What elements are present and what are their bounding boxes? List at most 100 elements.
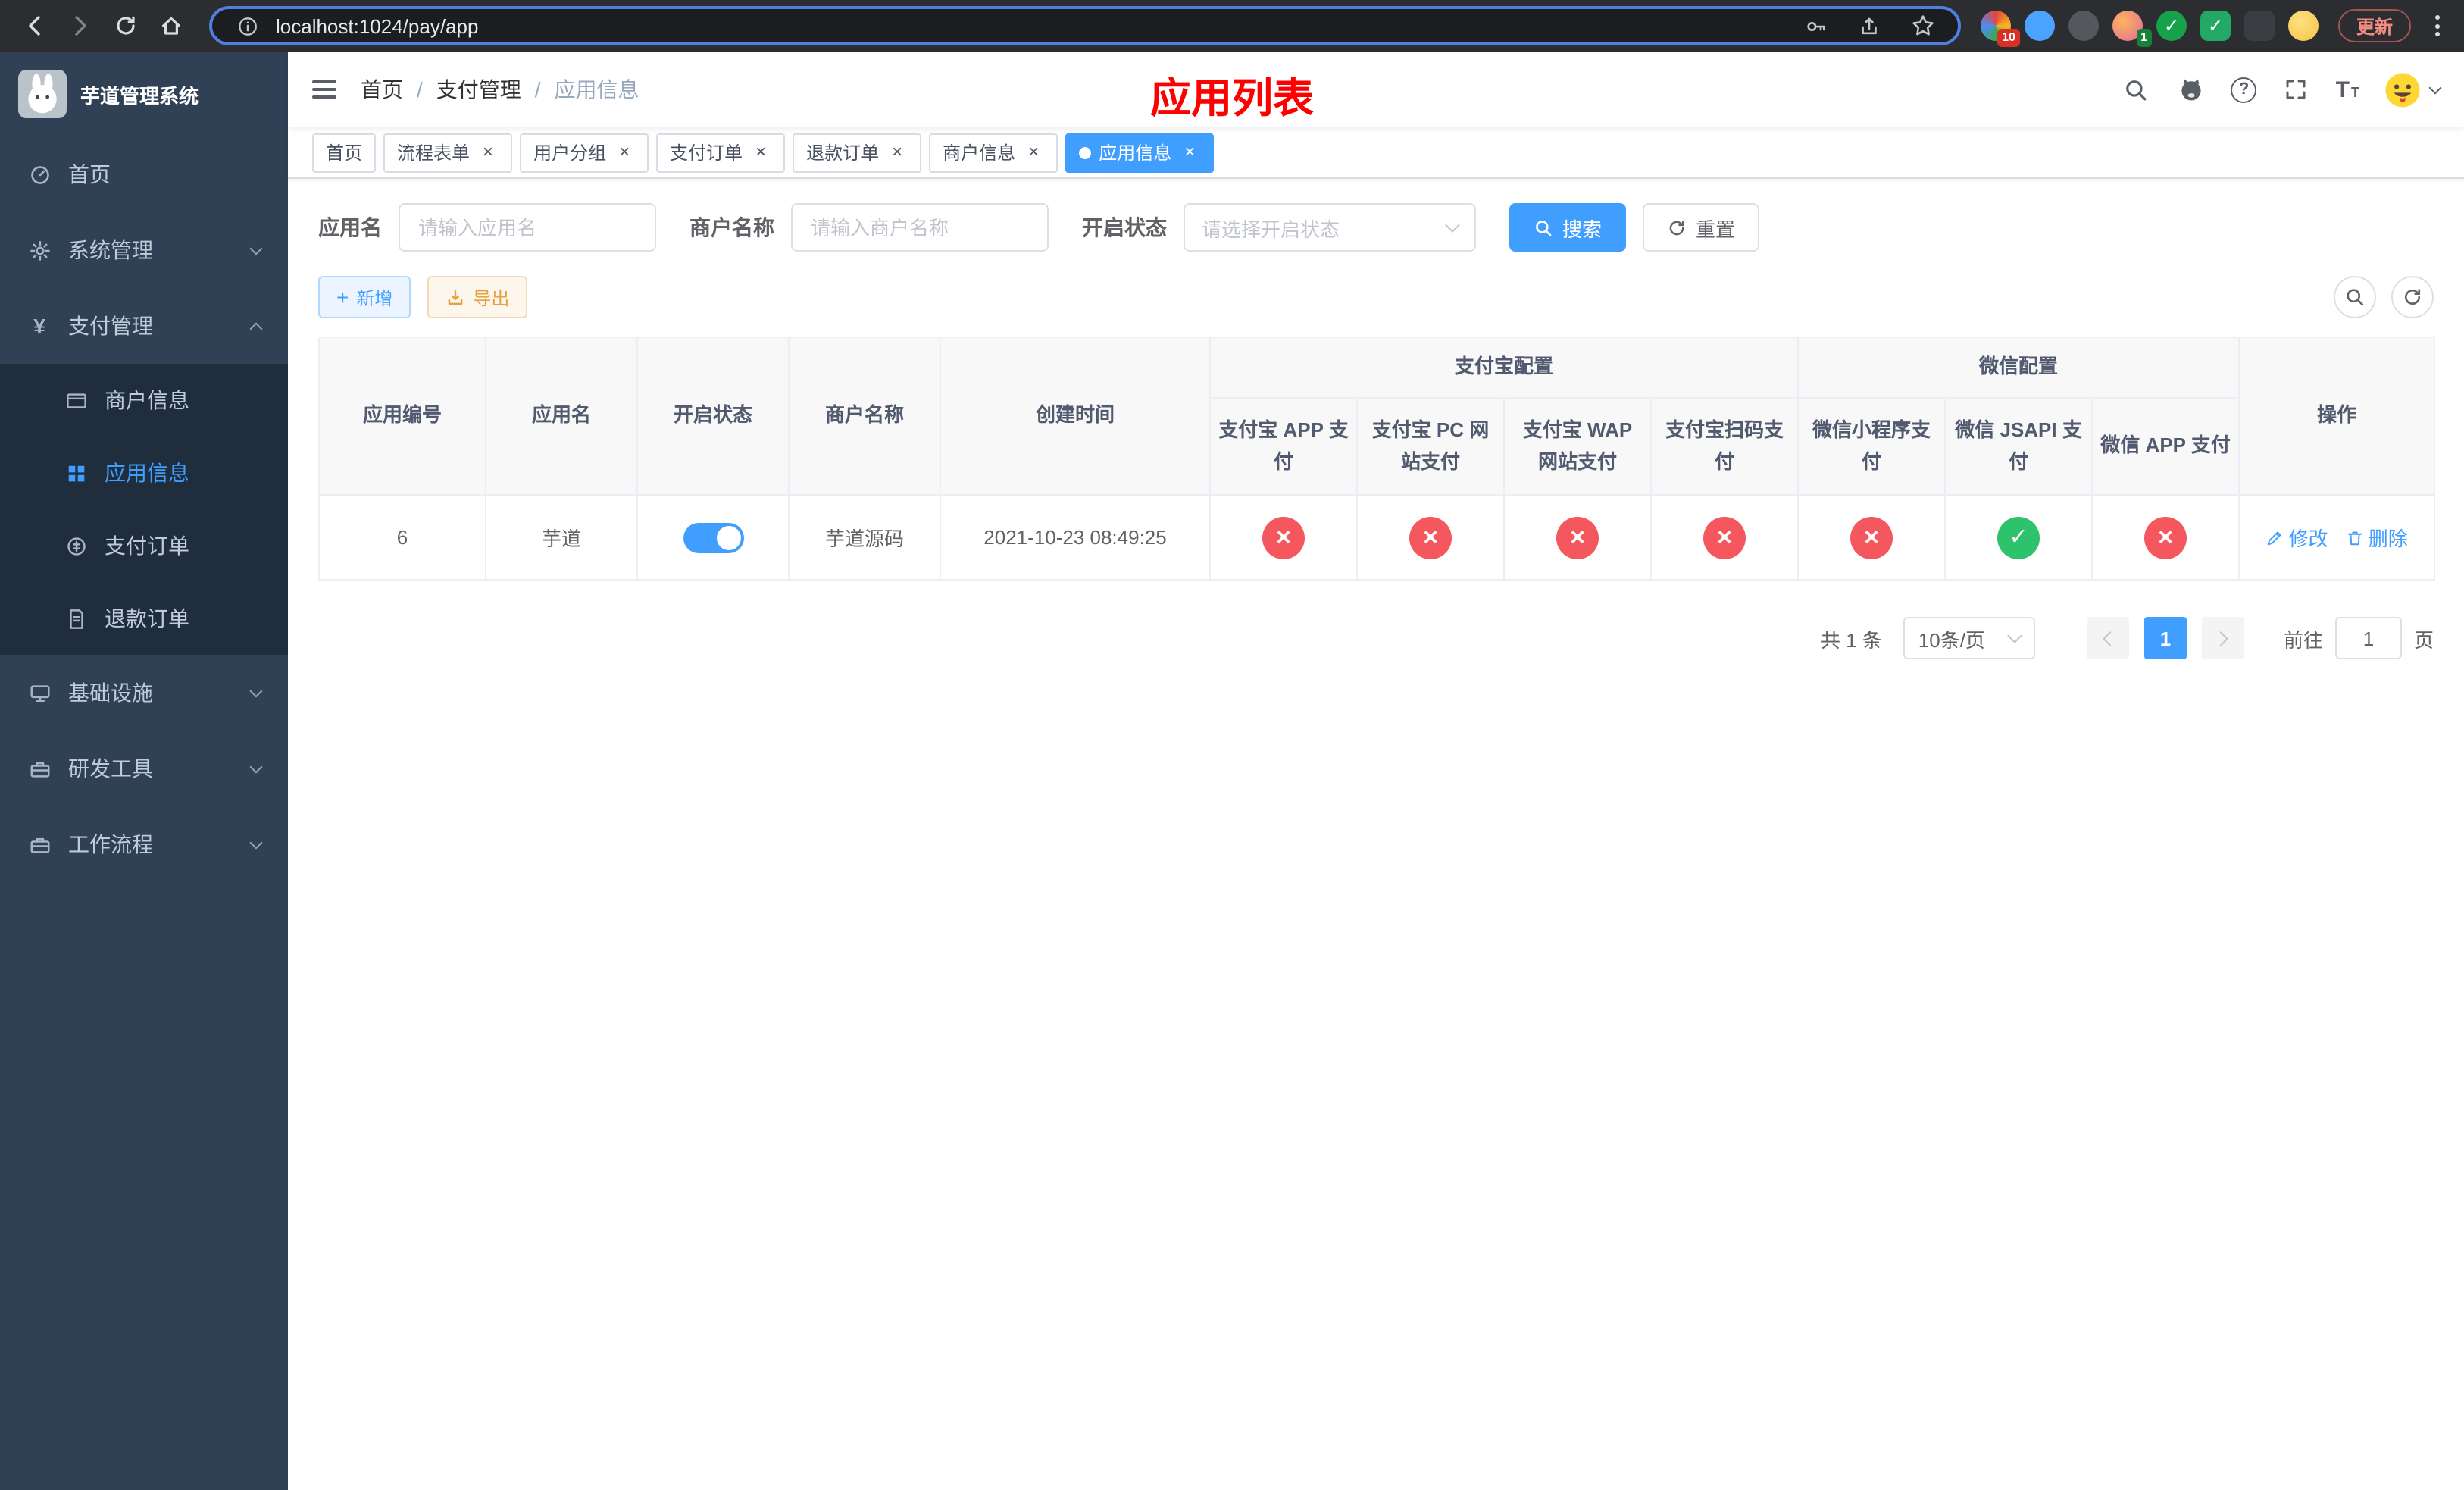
extension-icon-6[interactable]: [2200, 11, 2231, 41]
sidebar-item-payment[interactable]: ¥ 支付管理: [0, 288, 288, 364]
tab-pay-order[interactable]: 支付订单: [656, 133, 786, 172]
sidebar-item-home[interactable]: 首页: [0, 136, 288, 212]
cell-create-time: 2021-10-23 08:49:25: [940, 494, 1211, 581]
extension-icon-8[interactable]: [2287, 11, 2319, 41]
tab-user-group[interactable]: 用户分组: [520, 133, 649, 172]
forward-icon[interactable]: [61, 7, 98, 45]
extension-icon-5[interactable]: [2156, 11, 2187, 41]
delete-button[interactable]: 删除: [2346, 523, 2408, 552]
user-avatar[interactable]: [2382, 69, 2442, 110]
search-button-label: 搜索: [1562, 218, 1603, 240]
password-key-icon[interactable]: [1800, 9, 1834, 42]
total-count: 共 1 条: [1820, 628, 1882, 651]
refresh-table-button[interactable]: [2391, 276, 2434, 318]
sidebar-item-system[interactable]: 系统管理: [0, 212, 288, 288]
merchant-name-input[interactable]: [791, 203, 1049, 252]
extension-icon-4[interactable]: 1: [2112, 11, 2152, 47]
bookmark-star-icon[interactable]: [1906, 9, 1940, 42]
home-icon[interactable]: [152, 7, 189, 45]
browser-update-button[interactable]: 更新: [2337, 9, 2411, 42]
export-button-label: 导出: [473, 287, 510, 308]
plus-icon: [336, 286, 349, 308]
sidebar-item-merchant-info[interactable]: 商户信息: [0, 364, 288, 437]
page-size-value: 10条/页: [1918, 628, 1985, 651]
goto-label: 前往: [2283, 628, 2323, 651]
tab-process-form[interactable]: 流程表单: [383, 133, 513, 172]
fullscreen-icon[interactable]: [2280, 73, 2313, 106]
site-info-icon[interactable]: [230, 9, 264, 42]
sidebar-item-refund-order[interactable]: 退款订单: [0, 582, 288, 655]
status-select[interactable]: 请选择开启状态: [1184, 203, 1476, 252]
main-area: 首页 / 支付管理 / 应用信息 ? T T 首页 流程表单 × 用户分组 × …: [288, 52, 2464, 1490]
page-content: 应用名 商户名称 开启状态 请选择开启状态 搜索 重置: [288, 179, 2464, 1490]
sidebar-item-infrastructure[interactable]: 基础设施: [0, 655, 288, 731]
breadcrumb-payment[interactable]: 支付管理: [436, 74, 521, 105]
url-text[interactable]: localhost:1024/pay/app: [276, 14, 478, 37]
sidebar-item-workflow[interactable]: 工作流程: [0, 806, 288, 882]
page-number-1[interactable]: 1: [2143, 617, 2187, 659]
filter-label-app-name: 应用名: [318, 215, 382, 239]
tab-app-info[interactable]: 应用信息: [1065, 133, 1215, 172]
close-icon[interactable]: [477, 142, 499, 163]
extension-icon-1[interactable]: 10: [1980, 11, 2020, 47]
goto-page-input[interactable]: [2334, 617, 2402, 659]
address-bar[interactable]: localhost:1024/pay/app: [209, 6, 1961, 45]
sidebar-item-pay-order[interactable]: 支付订单: [0, 509, 288, 582]
monitor-icon: [27, 681, 52, 704]
edit-button[interactable]: 修改: [2265, 523, 2328, 552]
tab-home[interactable]: 首页: [312, 133, 377, 172]
search-button[interactable]: 搜索: [1509, 203, 1627, 252]
app-title: 芋道管理系统: [80, 84, 199, 107]
app-name-input[interactable]: [399, 203, 656, 252]
menu-label: 支付订单: [105, 534, 189, 558]
sidebar-item-dev-tools[interactable]: 研发工具: [0, 731, 288, 806]
alipay-qr-status-icon: [1703, 516, 1746, 559]
next-page-button[interactable]: [2201, 617, 2244, 659]
close-icon[interactable]: [614, 142, 635, 163]
sidebar-fold-icon[interactable]: [288, 80, 361, 99]
toggle-search-button[interactable]: [2334, 276, 2376, 318]
breadcrumb: 首页 / 支付管理 / 应用信息: [361, 74, 639, 105]
delete-label: 删除: [2368, 527, 2408, 550]
reset-button[interactable]: 重置: [1643, 203, 1760, 252]
prev-page-button[interactable]: [2086, 617, 2129, 659]
chevron-down-icon: [2428, 80, 2442, 94]
extension-icon-7[interactable]: [2244, 11, 2275, 41]
tab-label: 退款订单: [806, 142, 880, 164]
search-icon[interactable]: [2119, 73, 2153, 106]
export-button[interactable]: 导出: [427, 276, 528, 318]
search-icon: [2347, 289, 2364, 306]
help-icon[interactable]: [2231, 77, 2257, 102]
reload-icon[interactable]: [106, 7, 144, 45]
sidebar-item-app-info[interactable]: 应用信息: [0, 437, 288, 509]
extension-icon-2[interactable]: [2024, 11, 2055, 41]
app-window: 芋道管理系统 首页 系统管理 ¥ 支付管理 商户信息 应用信息 支付订单 退款订…: [0, 52, 2464, 1490]
tab-label: 支付订单: [670, 142, 743, 164]
add-button[interactable]: 新增: [318, 276, 411, 318]
close-icon[interactable]: [750, 142, 771, 163]
app-logo[interactable]: 芋道管理系统: [0, 52, 288, 136]
search-icon: [1536, 220, 1552, 236]
active-dot: [1079, 146, 1092, 158]
tab-refund-order[interactable]: 退款订单: [793, 133, 922, 172]
screen: localhost:1024/pay/app 10 1 ✓ ✓ 更新 芋道管理系…: [0, 0, 2464, 1490]
font-size-icon[interactable]: [2336, 78, 2359, 101]
col-alipay-pc: 支付宝 PC 网站支付: [1356, 397, 1505, 496]
share-icon[interactable]: [1853, 9, 1887, 42]
github-icon[interactable]: [2175, 73, 2209, 106]
breadcrumb-current: 应用信息: [554, 77, 639, 102]
cell-app-name: 芋道: [485, 494, 638, 581]
breadcrumb-home[interactable]: 首页: [361, 74, 403, 105]
close-icon[interactable]: [886, 142, 908, 163]
tab-merchant-info[interactable]: 商户信息: [929, 133, 1058, 172]
row-status-toggle[interactable]: [683, 522, 743, 552]
close-icon[interactable]: [1179, 142, 1200, 163]
menu-label: 研发工具: [68, 756, 153, 781]
close-icon[interactable]: [1023, 142, 1044, 163]
extension-icon-3[interactable]: [2068, 11, 2099, 41]
tab-label: 应用信息: [1099, 142, 1172, 164]
back-icon[interactable]: [15, 7, 53, 45]
browser-menu-icon[interactable]: [2425, 7, 2449, 45]
page-size-select[interactable]: 10条/页: [1903, 617, 2035, 659]
document-icon: [64, 607, 88, 630]
